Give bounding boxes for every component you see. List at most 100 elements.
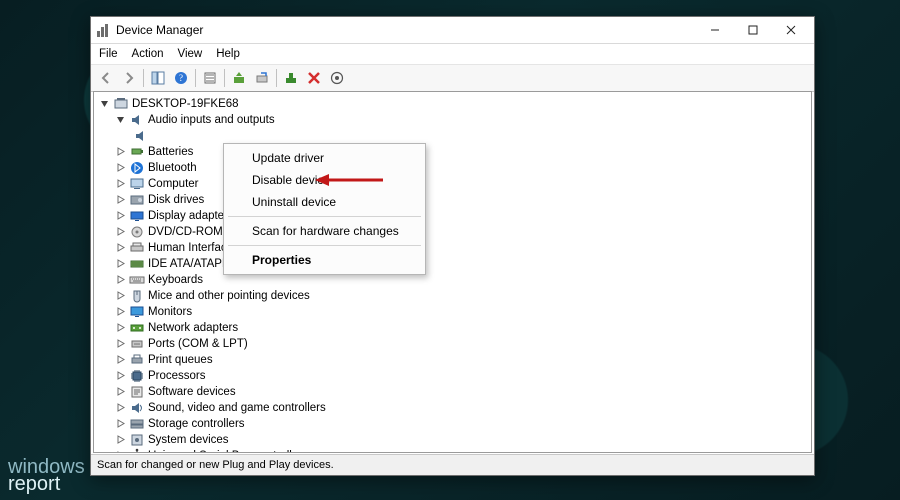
tree-category[interactable]: Monitors [100,304,811,320]
category-icon [129,321,145,335]
menu-help[interactable]: Help [216,48,240,60]
context-menu: Update driver Disable device Uninstall d… [223,143,426,275]
scan-hardware-button[interactable] [326,67,348,89]
twisty-closed-icon[interactable] [116,323,127,334]
category-icon [129,177,145,191]
twisty-closed-icon[interactable] [116,259,127,270]
ctx-properties[interactable]: Properties [226,249,423,271]
tree-root[interactable]: DESKTOP-19FKE68 [100,96,811,112]
forward-button[interactable] [118,67,140,89]
close-button[interactable] [772,18,810,42]
tree-category[interactable]: Display adapters [100,208,811,224]
help-button[interactable]: ? [170,67,192,89]
menu-view[interactable]: View [178,48,203,60]
tree-category[interactable]: Human Interface Devices [100,240,811,256]
toolbar: ? [91,65,814,92]
twisty-closed-icon[interactable] [116,387,127,398]
tree-category-label: Keyboards [148,274,203,286]
tree-root-label: DESKTOP-19FKE68 [132,98,239,110]
category-icon [129,225,145,239]
tree-category-label: Ports (COM & LPT) [148,338,248,350]
category-icon [129,161,145,175]
tree-category-label: Mice and other pointing devices [148,290,310,302]
tree-category-label: Disk drives [148,194,204,206]
disable-device-button[interactable] [251,67,273,89]
title-bar[interactable]: Device Manager [91,17,814,44]
category-icon [133,129,149,143]
twisty-closed-icon[interactable] [116,227,127,238]
twisty-closed-icon[interactable] [116,195,127,206]
twisty-closed-icon[interactable] [116,419,127,430]
tree-category[interactable]: Network adapters [100,320,811,336]
status-bar: Scan for changed or new Plug and Play de… [91,454,814,475]
twisty-closed-icon[interactable] [116,355,127,366]
tree-category[interactable]: Ports (COM & LPT) [100,336,811,352]
twisty-closed-icon[interactable] [116,211,127,222]
menu-action[interactable]: Action [132,48,164,60]
tree-device[interactable]: device [100,128,811,144]
twisty-closed-icon[interactable] [116,275,127,286]
tree-category[interactable]: Mice and other pointing devices [100,288,811,304]
tree-category-label: Monitors [148,306,192,318]
tree-category-label: Software devices [148,386,236,398]
tree-category[interactable]: Print queues [100,352,811,368]
tree-category[interactable]: IDE ATA/ATAPI controllers [100,256,811,272]
twisty-closed-icon[interactable] [116,451,127,454]
twisty-closed-icon[interactable] [116,371,127,382]
uninstall-button[interactable] [280,67,302,89]
ctx-uninstall-device[interactable]: Uninstall device [226,191,423,213]
tree-category[interactable]: Computer [100,176,811,192]
category-icon [129,193,145,207]
category-icon [129,385,145,399]
tree-pane[interactable]: DESKTOP-19FKE68 Audio inputs and outputsd… [93,91,812,453]
toolbar-separator [276,69,277,87]
tree-category-label: Display adapters [148,210,234,222]
tree-category[interactable]: Storage controllers [100,416,811,432]
back-button[interactable] [95,67,117,89]
window-title: Device Manager [116,23,203,37]
category-icon [129,273,145,287]
tree-category[interactable]: DVD/CD-ROM drives [100,224,811,240]
menu-file[interactable]: File [99,48,118,60]
twisty-closed-icon[interactable] [116,307,127,318]
update-driver-button[interactable] [228,67,250,89]
menu-dropdown-button[interactable] [199,67,221,89]
tree-category[interactable]: Disk drives [100,192,811,208]
twisty-closed-icon[interactable] [116,435,127,446]
tree-category[interactable]: Processors [100,368,811,384]
ctx-update-driver[interactable]: Update driver [226,147,423,169]
tree-category[interactable]: Keyboards [100,272,811,288]
twisty-closed-icon[interactable] [116,403,127,414]
tree-category[interactable]: Universal Serial Bus controllers [100,448,811,453]
category-icon [129,209,145,223]
twisty-closed-icon[interactable] [116,243,127,254]
maximize-button[interactable] [734,18,772,42]
svg-text:?: ? [179,73,183,83]
tree-category[interactable]: Batteries [100,144,811,160]
twisty-closed-icon[interactable] [116,291,127,302]
twisty-open-icon[interactable] [116,115,127,126]
ctx-separator [228,245,421,246]
tree-category-label: Storage controllers [148,418,245,430]
tree-category-label: Bluetooth [148,162,197,174]
tree-category[interactable]: Bluetooth [100,160,811,176]
toolbar-separator [143,69,144,87]
twisty-closed-icon[interactable] [116,163,127,174]
show-hide-tree-button[interactable] [147,67,169,89]
tree-category[interactable]: System devices [100,432,811,448]
minimize-button[interactable] [696,18,734,42]
tree-category-label: System devices [148,434,229,446]
tree-category[interactable]: Audio inputs and outputs [100,112,811,128]
ctx-scan-hardware[interactable]: Scan for hardware changes [226,220,423,242]
tree-category[interactable]: Sound, video and game controllers [100,400,811,416]
twisty-closed-icon[interactable] [116,339,127,350]
category-icon [129,449,145,453]
delete-button[interactable] [303,67,325,89]
watermark-logo: windows report [8,457,85,494]
twisty-open-icon[interactable] [100,99,111,110]
twisty-closed-icon[interactable] [116,147,127,158]
ctx-separator [228,216,421,217]
tree-category[interactable]: Software devices [100,384,811,400]
category-icon [129,433,145,447]
twisty-closed-icon[interactable] [116,179,127,190]
